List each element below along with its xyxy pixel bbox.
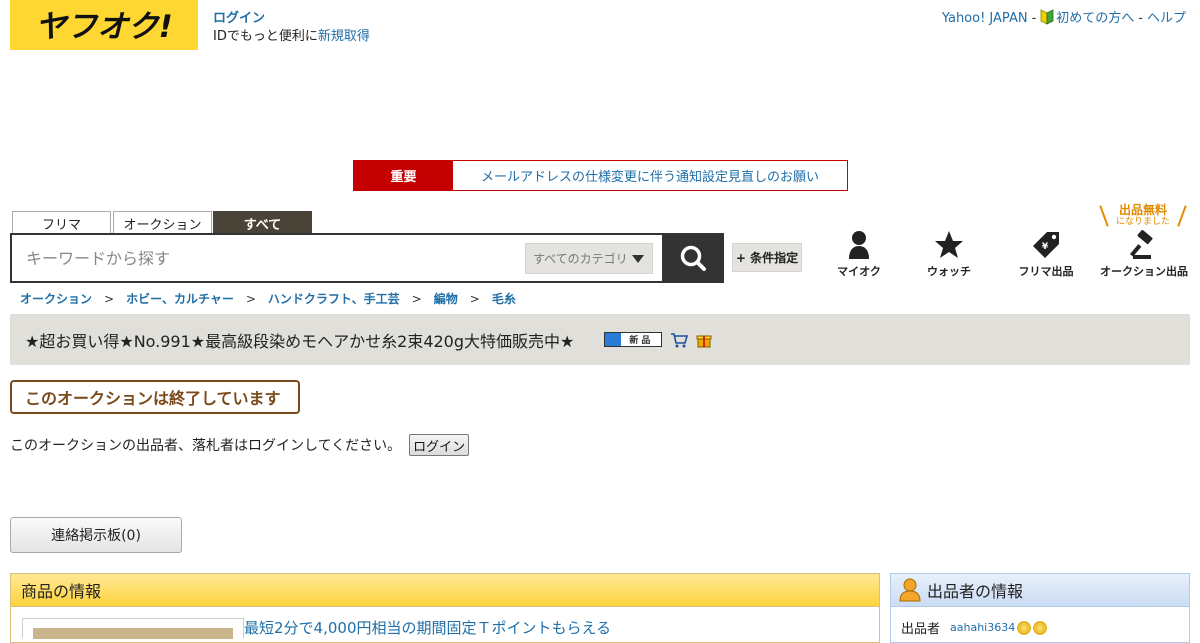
price-tag-icon: ¥: [1033, 232, 1059, 258]
seller-info-header: 出品者の情報: [891, 574, 1189, 607]
search-input[interactable]: [24, 239, 524, 277]
breadcrumb-separator: >: [245, 292, 256, 306]
seller-label: 出品者: [901, 622, 941, 637]
person-icon: [849, 231, 869, 259]
top-links: Yahoo! JAPAN - 初めての方へ - ヘルプ: [942, 9, 1186, 28]
link-separator: -: [1138, 11, 1143, 26]
promo-title: 出品無料: [1118, 203, 1167, 217]
tab-flima[interactable]: フリマ: [12, 211, 111, 234]
item-title-bar: ★超お買い得★No.991★最高級段染めモヘアかせ糸2束420g大特価販売中★ …: [10, 314, 1190, 365]
breadcrumb: オークション > ホビー、カルチャー > ハンドクラフト、手工芸 > 編物 > 毛糸: [20, 290, 516, 307]
important-notice[interactable]: 重要 メールアドレスの仕様変更に伴う通知設定見直しのお願い: [353, 160, 848, 191]
breadcrumb-item[interactable]: 毛糸: [492, 292, 516, 306]
nav-label: マイオク: [837, 265, 881, 278]
nav-label: ウォッチ: [927, 265, 971, 278]
login-button[interactable]: ログイン: [409, 434, 470, 456]
logo-text: ヤフオク!: [35, 9, 173, 45]
search-box: すべてのカテゴリ: [10, 233, 724, 283]
svg-text:¥: ¥: [1042, 242, 1049, 252]
breadcrumb-separator: >: [469, 292, 480, 306]
condition-button[interactable]: + 条件指定: [732, 243, 802, 272]
chevron-down-icon: [632, 255, 644, 263]
ad-thumbnail[interactable]: [22, 618, 244, 639]
seller-info-title: 出品者の情報: [927, 582, 1024, 601]
item-info-panel: 商品の情報 最短2分で4,000円相当の期間固定Ｔポイントもらえる: [10, 573, 880, 643]
logo-mark: ヤフオク!: [35, 9, 173, 45]
beginner-mark-icon: [1040, 9, 1054, 25]
tab-all[interactable]: すべて: [213, 211, 312, 234]
login-sub-text: IDでもっと便利に: [213, 29, 318, 44]
shopping-cart-icon: [671, 332, 689, 347]
login-link[interactable]: ログイン: [213, 11, 265, 26]
star-icon: [935, 231, 963, 258]
beginners-link[interactable]: 初めての方へ: [1040, 9, 1135, 26]
login-sub: IDでもっと便利に新規取得: [213, 28, 370, 46]
seller-row: 出品者 aahahi3634: [901, 618, 1048, 637]
category-select-value: すべてのカテゴリ: [533, 252, 628, 266]
seller-info-panel: 出品者の情報 出品者 aahahi3634: [890, 573, 1190, 643]
nav-my-auction[interactable]: マイオク: [814, 230, 904, 282]
search-button[interactable]: [662, 233, 724, 283]
nav-label: フリマ出品: [1018, 265, 1074, 278]
yahuoku-logo[interactable]: ヤフオク!: [10, 0, 198, 50]
medal-icon: [1033, 620, 1048, 635]
nav-watch[interactable]: ウォッチ: [904, 230, 994, 282]
link-separator: -: [1031, 11, 1037, 26]
notice-text-link[interactable]: メールアドレスの仕様変更に伴う通知設定見直しのお願い: [453, 161, 847, 190]
beginners-label: 初めての方へ: [1056, 11, 1135, 26]
new-item-badge: 新品: [604, 332, 663, 347]
new-mark-icon: [605, 333, 622, 346]
nav-flima-listing[interactable]: ¥ フリマ出品: [1001, 230, 1091, 282]
item-badges: 新品: [604, 332, 712, 348]
category-select[interactable]: すべてのカテゴリ: [525, 243, 653, 274]
login-notice-text: このオークションの出品者、落札者はログインしてください。: [10, 438, 402, 454]
seller-person-icon: [899, 578, 921, 602]
new-badge-label: 新品: [621, 333, 662, 346]
breadcrumb-item[interactable]: オークション: [20, 292, 92, 306]
nav-label: オークション出品: [1100, 265, 1188, 278]
message-board-button[interactable]: 連絡掲示板(0): [10, 517, 182, 553]
search-icon: [680, 245, 706, 271]
nav-auction-listing[interactable]: オークション出品: [1099, 230, 1189, 282]
yahoo-japan-link[interactable]: Yahoo! JAPAN: [942, 11, 1028, 26]
login-area: ログイン IDでもっと便利に新規取得: [213, 10, 370, 46]
medal-icon: [1017, 620, 1032, 635]
register-link[interactable]: 新規取得: [318, 29, 370, 44]
breadcrumb-item[interactable]: 編物: [434, 292, 458, 306]
notice-badge: 重要: [354, 161, 453, 190]
auction-ended-message: このオークションは終了しています: [10, 380, 300, 414]
item-title: ★超お買い得★No.991★最高級段染めモヘアかせ糸2束420g大特価販売中★: [25, 331, 575, 351]
gift-icon: [696, 335, 712, 347]
tab-auction[interactable]: オークション: [113, 211, 212, 234]
item-info-title: 商品の情報: [11, 574, 879, 607]
promo-sub: になりました: [1115, 217, 1170, 227]
breadcrumb-item[interactable]: ホビー、カルチャー: [126, 292, 234, 306]
login-notice: このオークションの出品者、落札者はログインしてください。 ログイン: [10, 434, 470, 456]
seller-id-link[interactable]: aahahi3634: [950, 621, 1015, 634]
free-listing-promo[interactable]: 出品無料 になりました: [1099, 203, 1187, 230]
help-link[interactable]: ヘルプ: [1147, 11, 1186, 26]
gavel-icon: [1129, 230, 1153, 259]
breadcrumb-separator: >: [411, 292, 422, 306]
breadcrumb-separator: >: [104, 292, 115, 306]
breadcrumb-item[interactable]: ハンドクラフト、手工芸: [268, 292, 400, 306]
tpoint-promo-link[interactable]: 最短2分で4,000円相当の期間固定Ｔポイントもらえる: [244, 617, 611, 638]
